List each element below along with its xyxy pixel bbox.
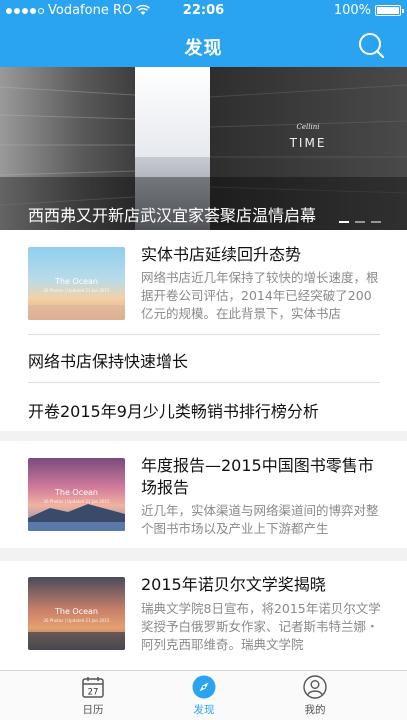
- banner-title-text: TIME: [289, 136, 327, 150]
- tab-discover[interactable]: 发现: [164, 671, 244, 720]
- carousel-dot: [355, 221, 365, 223]
- divider: [28, 334, 380, 335]
- user-icon: [303, 675, 327, 699]
- banner-brand-text: Cellini: [297, 123, 320, 131]
- battery-icon: [375, 5, 404, 16]
- thumbnail-subtitle: 26 Photos | Updated 21 Jan 2015: [43, 288, 110, 293]
- article-title-item[interactable]: 网络书店保持快速增长: [28, 348, 188, 372]
- tab-label: 我的: [304, 704, 326, 716]
- article-title: 年度报告—2015中国图书零售市场报告: [141, 456, 374, 497]
- calendar-icon: 27: [82, 677, 104, 698]
- calendar-day: 27: [88, 688, 99, 698]
- article-card: The Ocean 26 Photos | Updated 21 Jan 201…: [0, 230, 407, 431]
- status-right: 100%: [333, 3, 404, 18]
- article-title: 2015年诺贝尔文学奖揭晓: [141, 575, 326, 594]
- banner-caption: 西西弗又开新店武汉宜家荟聚店温情启幕: [28, 206, 317, 225]
- carousel-indicator: [339, 221, 381, 223]
- carousel-dot: [371, 221, 381, 223]
- battery-percent: 100%: [333, 3, 371, 18]
- tab-bar: 27 日历 发现 我的: [0, 670, 407, 720]
- tab-profile[interactable]: 我的: [275, 671, 355, 720]
- tab-label: 发现: [193, 704, 215, 716]
- tab-calendar[interactable]: 27 日历: [53, 671, 133, 720]
- thumbnail-title: The Ocean: [54, 488, 98, 497]
- page-title: 发现: [184, 38, 223, 59]
- thumbnail-subtitle: 26 Photos | Updated 21 Jan 2015: [43, 499, 110, 504]
- article-thumbnail: The Ocean 26 Photos | Updated 21 Jan 201…: [28, 577, 125, 650]
- carousel-dot: [339, 221, 349, 223]
- banner-carousel[interactable]: Cellini TIME 西西弗又开新店武汉宜家荟聚店温情启幕: [0, 67, 407, 230]
- thumbnail-title: The Ocean: [54, 277, 98, 286]
- article-title: 实体书店延续回升态势: [141, 245, 302, 264]
- thumbnail-subtitle: 26 Photos | Updated 21 Jan 2015: [43, 618, 110, 623]
- article-desc: 瑞典文学院8日宣布，将2015年诺贝尔文学奖授予白俄罗斯女作家、记者斯韦特兰娜・…: [141, 601, 381, 652]
- search-icon[interactable]: [357, 31, 385, 59]
- thumbnail-title: The Ocean: [54, 607, 98, 616]
- compass-icon: [192, 675, 216, 699]
- article-desc: 近几年，实体渠道与网络渠道间的博弈对整个图书市场以及产业上下游都产生: [141, 503, 379, 536]
- status-bar: Vodafone RO 22:06 100%: [0, 0, 407, 22]
- article-thumbnail: The Ocean 26 Photos | Updated 21 Jan 201…: [28, 247, 125, 320]
- article-card[interactable]: The Ocean 26 Photos | Updated 21 Jan 201…: [0, 561, 407, 670]
- article-title-item[interactable]: 开卷2015年9月少儿类畅销书排行榜分析: [28, 398, 319, 422]
- article-desc: 网络书店近几年保持了较快的增长速度，根据开卷公司评估，2014年已经突破了200…: [141, 270, 379, 321]
- divider: [28, 382, 380, 383]
- tab-label: 日历: [82, 704, 104, 716]
- article-thumbnail: The Ocean 26 Photos | Updated 21 Jan 201…: [28, 458, 125, 531]
- top-bar: Vodafone RO 22:06 100% 发现: [0, 0, 407, 67]
- article-card[interactable]: The Ocean 26 Photos | Updated 21 Jan 201…: [0, 441, 407, 548]
